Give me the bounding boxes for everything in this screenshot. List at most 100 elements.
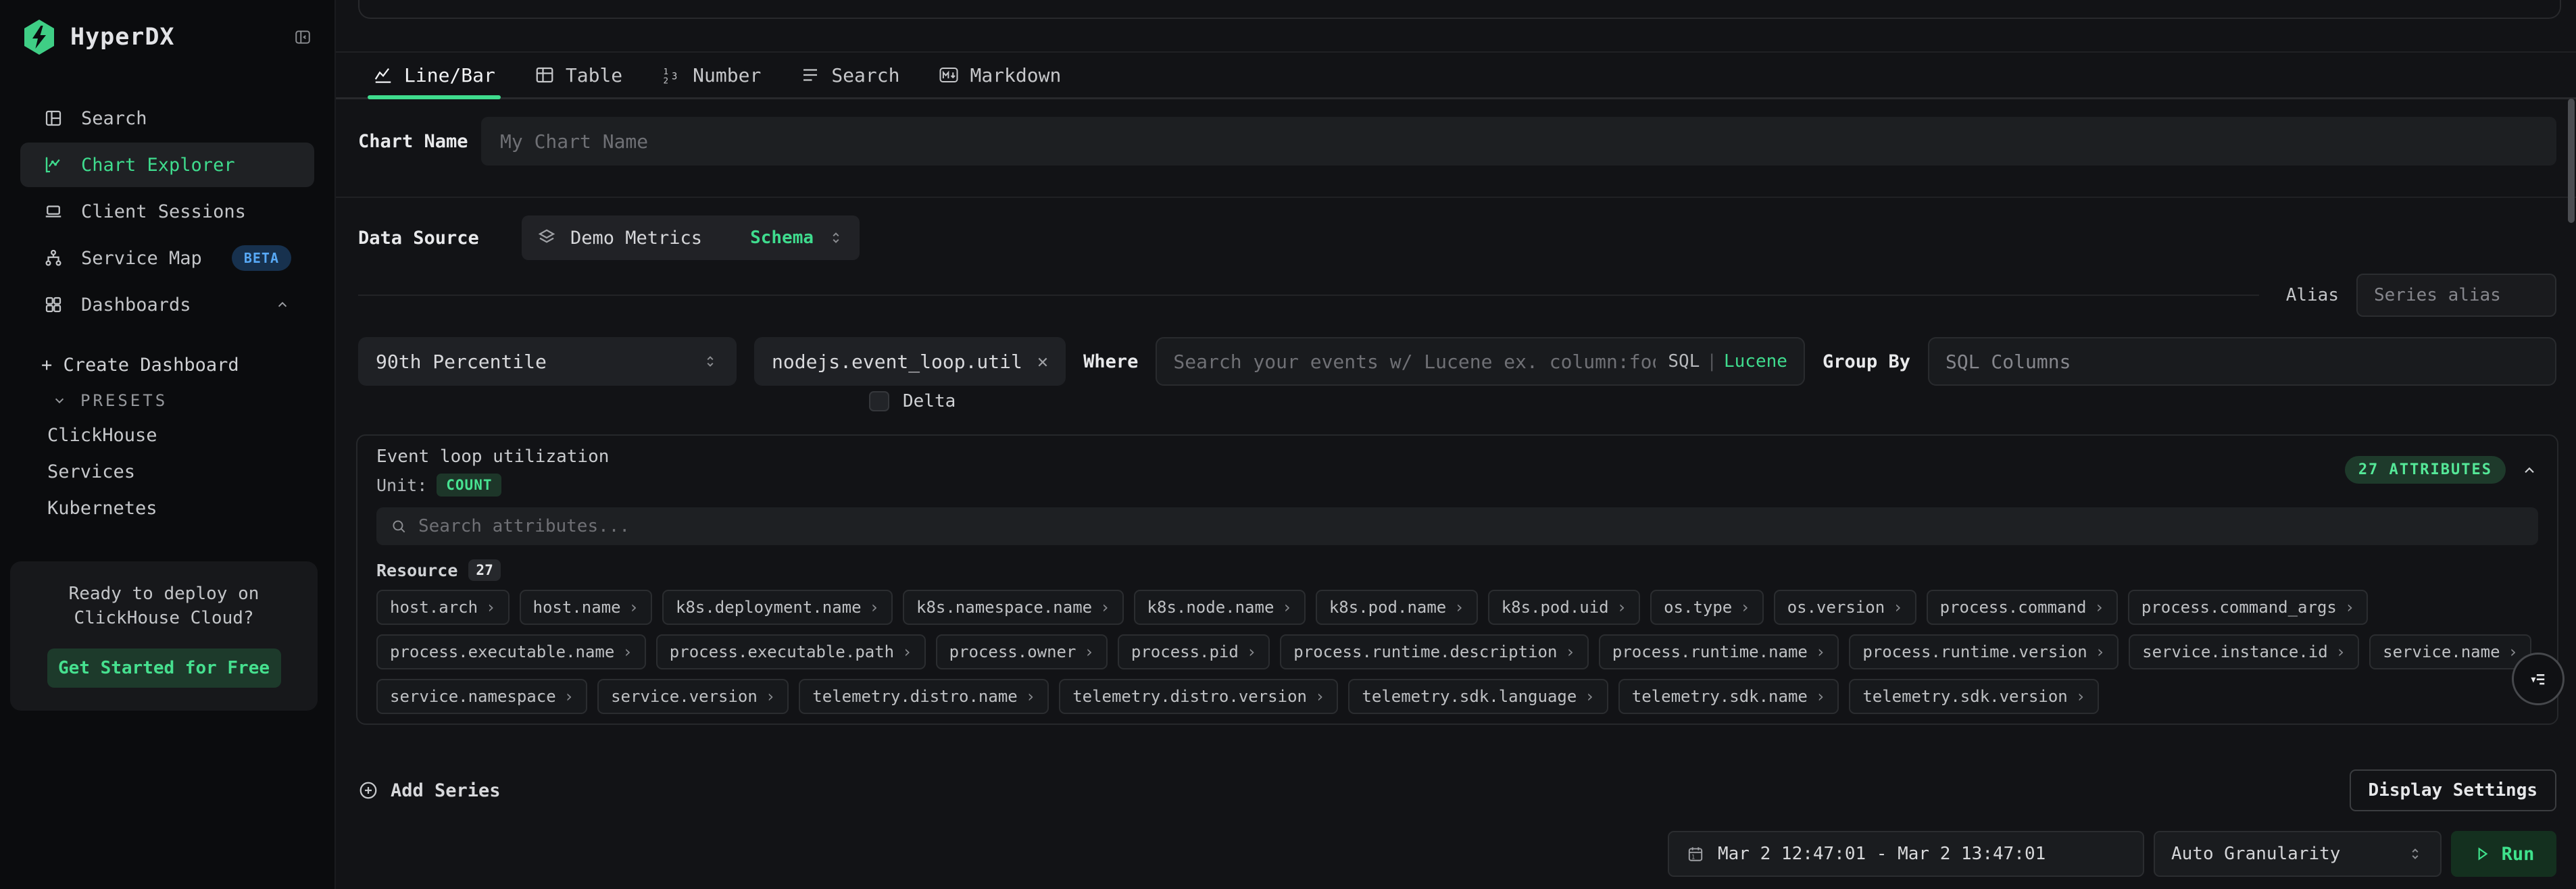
search-icon — [390, 517, 407, 535]
attribute-chip[interactable]: k8s.deployment.name › — [662, 590, 893, 625]
aggregation-select[interactable]: 90th Percentile — [358, 337, 737, 386]
attribute-chip-label: telemetry.distro.version — [1072, 687, 1307, 706]
attribute-chip[interactable]: telemetry.sdk.version › — [1849, 679, 2099, 714]
preset-item[interactable]: ClickHouse — [0, 417, 335, 453]
svg-text:1: 1 — [1691, 855, 1695, 861]
chevron-right-icon: › — [1026, 687, 1035, 706]
attribute-chip-label: process.command — [1940, 598, 2087, 617]
chevron-right-icon: › — [902, 642, 912, 661]
actions-row: Add Series Display Settings — [358, 769, 2556, 811]
promo-text: Ready to deploy on ClickHouse Cloud? — [29, 582, 299, 631]
attribute-chip-label: process.owner — [949, 642, 1076, 661]
attribute-chip[interactable]: service.namespace › — [376, 679, 587, 714]
chevron-right-icon: › — [1454, 598, 1464, 617]
filter-shortcut-button[interactable] — [2512, 653, 2565, 705]
attribute-chip[interactable]: process.command › — [1927, 590, 2118, 625]
sidebar-item-label: Chart Explorer — [81, 155, 235, 176]
metric-attributes-panel: Event loop utilization Unit: COUNT 27 AT… — [356, 434, 2558, 725]
get-started-button[interactable]: Get Started for Free — [47, 649, 281, 688]
alias-divider — [358, 295, 2259, 296]
metric-field-chip[interactable]: nodejs.event_loop.util ✕ — [754, 337, 1066, 386]
attribute-chip[interactable]: k8s.namespace.name › — [903, 590, 1124, 625]
attribute-chip[interactable]: service.name › — [2369, 634, 2531, 669]
where-label: Where — [1083, 351, 1138, 372]
chevron-right-icon: › — [2508, 642, 2518, 661]
attribute-chip[interactable]: telemetry.distro.version › — [1059, 679, 1338, 714]
attribute-chip-label: process.runtime.name — [1612, 642, 1808, 661]
sidebar-item-client-sessions[interactable]: Client Sessions — [20, 189, 314, 234]
sidebar-item-service-map[interactable]: Service Map BETA — [20, 236, 314, 280]
collapse-panel-button[interactable] — [2521, 461, 2538, 479]
attribute-chip[interactable]: os.version › — [1774, 590, 1916, 625]
attribute-chip[interactable]: process.command_args › — [2128, 590, 2368, 625]
preset-item[interactable]: Services — [0, 453, 335, 490]
attribute-chip[interactable]: k8s.pod.uid › — [1488, 590, 1640, 625]
attribute-chip[interactable]: os.type › — [1650, 590, 1764, 625]
metric-description: Event loop utilization — [376, 445, 609, 468]
delta-checkbox[interactable] — [869, 391, 889, 411]
group-by-input[interactable] — [1946, 351, 2539, 373]
attribute-search-input[interactable] — [418, 516, 2525, 536]
attribute-chip[interactable]: process.runtime.version › — [1849, 634, 2119, 669]
tab-markdown[interactable]: Markdown — [939, 53, 1061, 97]
display-settings-button[interactable]: Display Settings — [2350, 769, 2556, 811]
chevron-right-icon: › — [1247, 642, 1256, 661]
attribute-chip-label: process.runtime.version — [1862, 642, 2087, 661]
attribute-chip[interactable]: process.runtime.description › — [1280, 634, 1589, 669]
schema-button[interactable]: Schema — [750, 228, 814, 248]
tab-line-bar[interactable]: Line/Bar — [373, 53, 495, 97]
data-source-select[interactable]: Demo Metrics Schema — [522, 215, 860, 260]
search-panel-icon — [43, 108, 64, 128]
close-icon[interactable]: ✕ — [1037, 351, 1048, 372]
alias-input[interactable] — [2374, 285, 2539, 305]
time-range-picker[interactable]: 1 Mar 2 12:47:01 - Mar 2 13:47:01 — [1668, 831, 2144, 877]
group-by-label: Group By — [1823, 351, 1910, 372]
attribute-chip[interactable]: service.instance.id › — [2129, 634, 2359, 669]
attribute-chip[interactable]: service.version › — [597, 679, 789, 714]
data-source-label: Data Source — [358, 228, 522, 249]
chevron-down-icon — [51, 392, 68, 409]
chevron-right-icon: › — [1617, 598, 1627, 617]
preset-item[interactable]: Kubernetes — [0, 490, 335, 526]
attribute-chip[interactable]: k8s.pod.name › — [1316, 590, 1478, 625]
add-series-button[interactable]: Add Series — [358, 780, 501, 801]
svg-text:3: 3 — [672, 71, 677, 82]
presets-header[interactable]: PRESETS — [51, 384, 314, 417]
chevron-right-icon: › — [870, 598, 879, 617]
sql-lucene-toggle[interactable]: SQL|Lucene — [1668, 351, 1787, 372]
scrollbar[interactable] — [2568, 99, 2575, 223]
tab-number[interactable]: 123 Number — [662, 53, 761, 97]
sidebar-item-dashboards[interactable]: Dashboards — [20, 282, 314, 327]
attribute-chip[interactable]: host.arch › — [376, 590, 510, 625]
attribute-chip[interactable]: telemetry.sdk.name › — [1618, 679, 1839, 714]
attribute-chip[interactable]: telemetry.distro.name › — [799, 679, 1049, 714]
sidebar-nav: Search Chart Explorer Client Sessions Se… — [0, 94, 335, 329]
attribute-chip[interactable]: process.executable.name › — [376, 634, 646, 669]
attribute-chip[interactable]: host.name › — [520, 590, 653, 625]
attribute-chip[interactable]: telemetry.sdk.language › — [1348, 679, 1608, 714]
chevron-right-icon: › — [2076, 687, 2085, 706]
tab-table[interactable]: Table — [535, 53, 622, 97]
attributes-count-badge: 27 ATTRIBUTES — [2345, 456, 2506, 484]
granularity-select[interactable]: Auto Granularity — [2154, 831, 2442, 877]
attribute-chip-label: process.command_args — [2141, 598, 2337, 617]
attribute-chip-label: os.type — [1664, 598, 1732, 617]
sidebar-collapse-icon[interactable] — [294, 28, 312, 46]
tab-search[interactable]: Search — [800, 53, 899, 97]
attribute-chip-label: process.executable.name — [390, 642, 614, 661]
attribute-chip[interactable]: process.owner › — [936, 634, 1108, 669]
presets-label: PRESETS — [80, 391, 168, 410]
attribute-chip[interactable]: process.runtime.name › — [1599, 634, 1839, 669]
create-dashboard-button[interactable]: + Create Dashboard — [41, 348, 314, 382]
attribute-chip[interactable]: process.pid › — [1118, 634, 1270, 669]
sidebar-item-chart-explorer[interactable]: Chart Explorer — [20, 143, 314, 187]
attribute-chip[interactable]: k8s.node.name › — [1134, 590, 1306, 625]
chart-name-input[interactable] — [500, 130, 2537, 153]
where-search-input[interactable] — [1173, 351, 1656, 373]
attribute-chip[interactable]: process.executable.path › — [656, 634, 926, 669]
main-content: Line/Bar Table 123 Number Search Markdow… — [336, 0, 2576, 889]
updown-chevron-icon — [827, 229, 845, 247]
run-controls-row: 1 Mar 2 12:47:01 - Mar 2 13:47:01 Auto G… — [358, 831, 2556, 877]
run-button[interactable]: Run — [2451, 831, 2556, 877]
sidebar-item-search[interactable]: Search — [20, 96, 314, 141]
